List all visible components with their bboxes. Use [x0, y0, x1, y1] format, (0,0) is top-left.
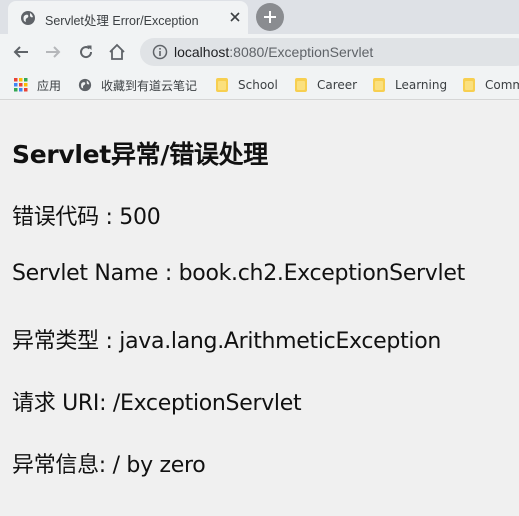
bookmark-youdao[interactable]: 收藏到有道云笔记 — [78, 76, 197, 94]
info-icon[interactable] — [152, 44, 168, 60]
browser-tab[interactable]: Servlet处理 Error/Exception — [8, 1, 248, 34]
arrow-right-icon — [46, 46, 61, 58]
bookmark-folder-comm[interactable]: Comm — [463, 76, 519, 94]
folder-icon — [463, 78, 475, 92]
url-host: localhost — [174, 44, 230, 60]
error-code-line: 错误代码 : 500 — [12, 205, 161, 230]
bookmark-label: Career — [317, 78, 358, 92]
forward-button[interactable] — [43, 42, 63, 62]
tab-strip: Servlet处理 Error/Exception — [0, 0, 519, 34]
back-button[interactable] — [11, 42, 31, 62]
globe-icon — [78, 78, 92, 92]
bookmark-folder-learning[interactable]: Learning — [373, 76, 447, 94]
url-path: :8080/ExceptionServlet — [229, 44, 374, 60]
exception-message-line: 异常信息: / by zero — [12, 453, 206, 478]
close-tab-icon[interactable] — [227, 9, 243, 25]
url-text[interactable]: localhost:8080/ExceptionServlet — [174, 44, 373, 60]
folder-icon — [216, 78, 228, 92]
bookmark-label: 应用 — [37, 78, 62, 93]
reload-button[interactable] — [76, 42, 96, 62]
tab-title: Servlet处理 Error/Exception — [45, 14, 199, 28]
exception-type-line: 异常类型 : java.lang.ArithmeticException — [12, 329, 442, 354]
bookmark-label: Comm — [485, 78, 519, 92]
servlet-name-line: Servlet Name : book.ch2.ExceptionServlet — [12, 261, 465, 286]
bookmark-folder-school[interactable]: School — [216, 76, 278, 94]
page-title: Servlet异常/错误处理 — [12, 140, 268, 169]
page-content: Servlet异常/错误处理 错误代码 : 500 Servlet Name :… — [0, 101, 519, 516]
folder-icon — [373, 78, 385, 92]
bookmark-label: School — [238, 78, 278, 92]
bookmark-apps[interactable]: 应用 — [14, 76, 61, 94]
bookmark-label: Learning — [395, 78, 448, 92]
address-bar[interactable]: localhost:8080/ExceptionServlet — [140, 38, 519, 66]
request-uri-line: 请求 URI: /ExceptionServlet — [12, 391, 302, 416]
arrow-left-icon — [13, 46, 28, 58]
home-icon — [109, 43, 125, 60]
new-tab-button[interactable] — [256, 3, 284, 31]
bookmark-label: 收藏到有道云笔记 — [101, 78, 198, 93]
bookmarks-bar: 应用 收藏到有道云笔记 School Career Learning Comm — [0, 70, 519, 100]
home-button[interactable] — [107, 42, 127, 62]
apps-grid-icon — [14, 78, 28, 92]
reload-icon — [80, 45, 93, 59]
folder-icon — [295, 78, 307, 92]
bookmark-folder-career[interactable]: Career — [295, 76, 357, 94]
plus-icon — [264, 11, 276, 23]
browser-toolbar: localhost:8080/ExceptionServlet — [0, 34, 519, 70]
globe-icon — [21, 11, 35, 25]
